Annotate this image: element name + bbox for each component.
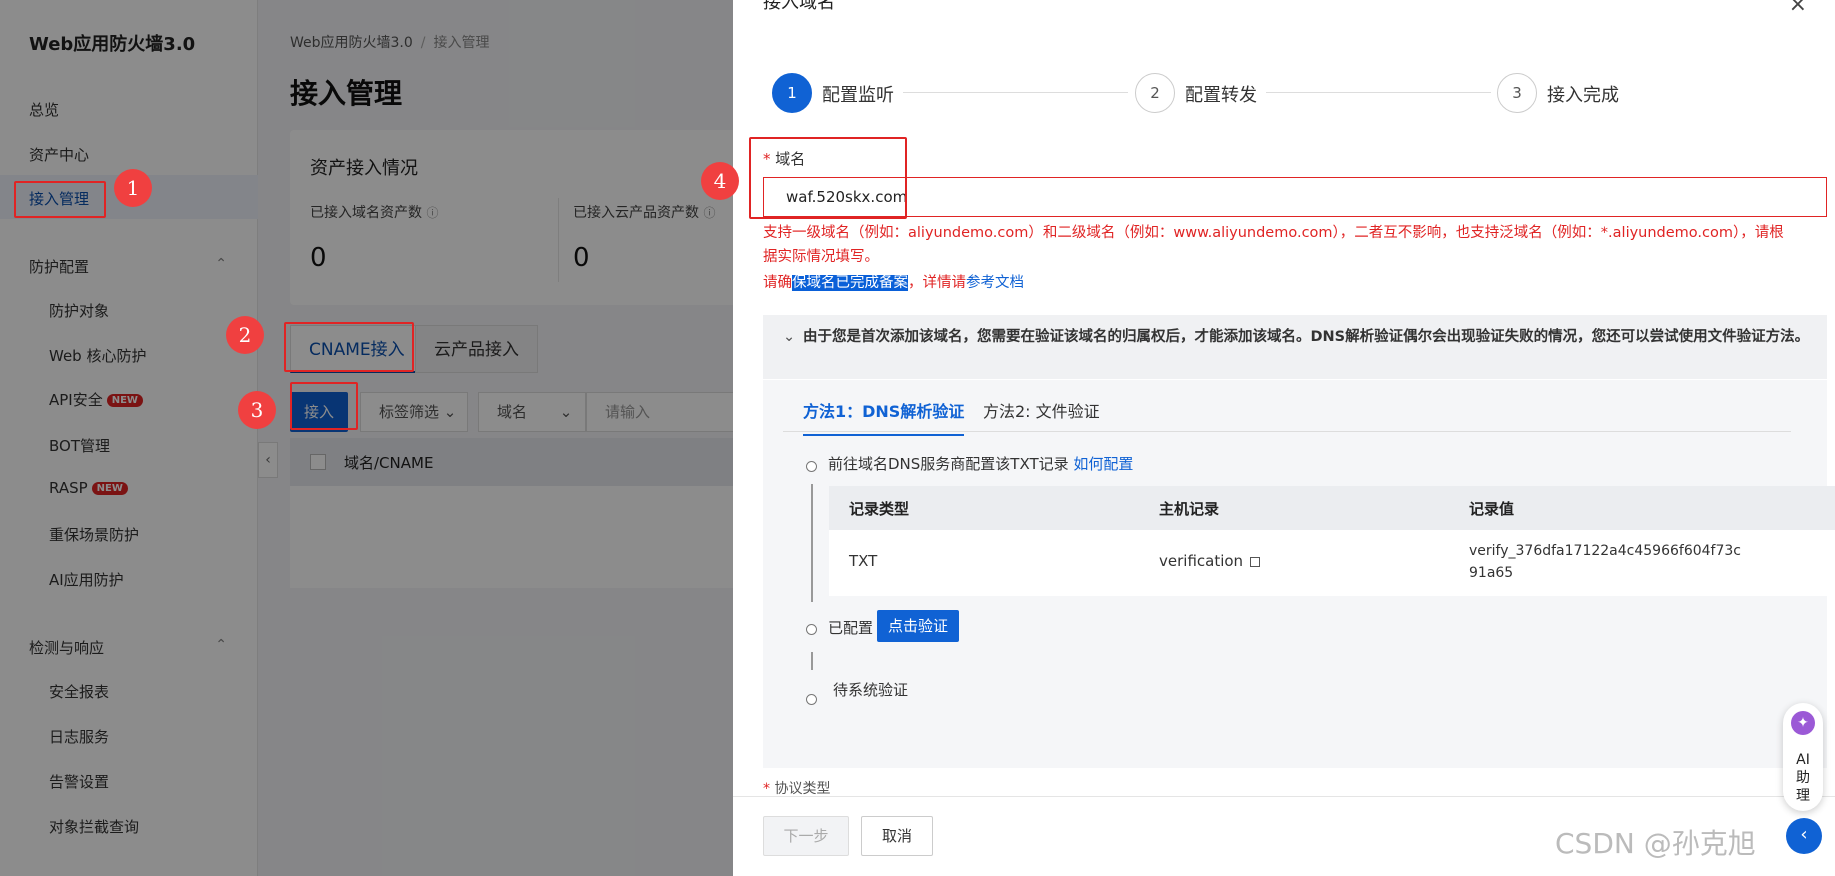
step-dot [806,624,817,635]
screen: Web应用防火墙3.0 总览 资产中心 接入管理 防护配置 ⌃ 防护对象 Web… [0,0,1835,876]
close-icon[interactable]: × [1789,0,1807,17]
step-2-circle: 2 [1135,73,1175,113]
next-step-button[interactable]: 下一步 [763,816,849,856]
annotation-box [290,382,358,430]
step-3-circle: 3 [1497,73,1537,113]
chevron-down-icon: ⌄ [783,329,796,345]
step-connector [1266,92,1491,93]
step-dot [806,461,817,472]
how-to-config-link[interactable]: 如何配置 [1073,455,1133,473]
footer-divider [733,796,1835,797]
drawer-title: 接入域名 [763,0,835,13]
copy-icon[interactable] [1250,556,1261,567]
configured-step: 已配置 [828,619,874,637]
step-dot [806,694,817,705]
annotation-number: 3 [238,391,276,429]
record-type-value: TXT [849,552,878,570]
domain-hint-2: 据实际情况填写。 [763,249,879,265]
annotation-number: 2 [226,316,264,354]
record-host-value: verification [1159,552,1261,570]
record-value-text: verify_376dfa17122a4c45966f604f73c 91a65 [1469,543,1741,581]
col-host-record: 主机记录 [1159,500,1220,518]
ai-assistant-label: AI助理 [1796,752,1810,804]
record-table-header [829,486,1835,530]
tab-file-verify[interactable]: 方法2: 文件验证 [983,398,1100,434]
step-line [811,484,813,602]
domain-hint-1: 支持一级域名（例如：aliyundemo.com）和二级域名（例如：www.al… [763,225,1784,241]
reference-doc-link[interactable]: 参考文档 [966,275,1024,291]
step-line [811,652,813,670]
verify-button[interactable]: 点击验证 [877,610,960,642]
protocol-type-label: * 协议类型 [763,781,831,797]
domain-input[interactable]: waf.520skx.com [763,177,1827,217]
access-domain-drawer: 接入域名 × 1 配置监听 2 配置转发 3 接入完成 * 域名 waf.520… [701,0,1835,876]
annotation-number: 4 [701,162,739,200]
pending-step: 待系统验证 [833,681,909,699]
ai-sparkle-icon: ✦ [1791,711,1815,735]
cancel-button[interactable]: 取消 [861,816,933,856]
step-3-label: 接入完成 [1547,85,1619,106]
domain-hint-icp: 请确保域名已完成备案，详情请参考文档 [763,275,1024,291]
annotation-box [14,181,106,218]
annotation-number: 1 [114,169,152,207]
step-1-circle: 1 [772,73,812,113]
annotation-box [284,322,414,372]
chevron-left-icon[interactable]: ‹ [1786,818,1822,854]
verification-notice[interactable]: ⌄ 由于您是首次添加该域名，您需要在验证该域名的归属权后，才能添加该域名。DNS… [763,315,1827,379]
step-connector [903,92,1128,93]
txt-record-table: 记录类型 主机记录 记录值 TXT verification verify_37… [829,486,1835,596]
step-1-label: 配置监听 [822,85,894,106]
dns-config-step: 前往域名DNS服务商配置该TXT记录 如何配置 [828,455,1134,473]
ai-assistant-button[interactable]: ✦ AI助理 [1783,703,1823,811]
step-2-label: 配置转发 [1185,85,1257,106]
tab-underline [783,431,1791,432]
modal-overlay[interactable] [0,0,733,876]
col-record-value: 记录值 [1469,500,1515,518]
annotation-box [749,137,907,219]
watermark: CSDN @孙克旭 [1555,827,1756,860]
col-record-type: 记录类型 [849,500,910,518]
